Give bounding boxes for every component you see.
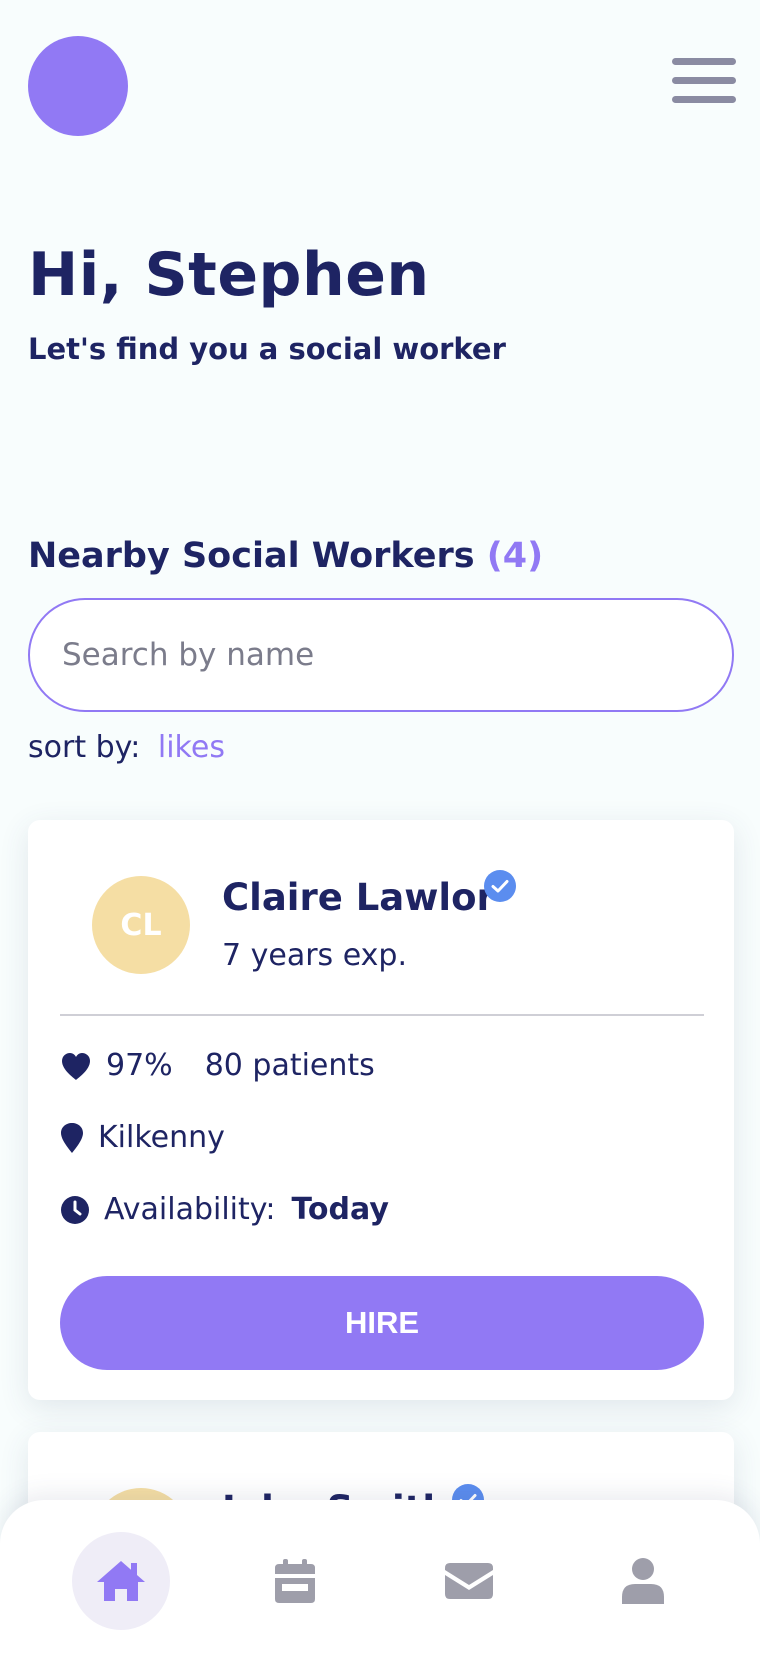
greeting-subtitle: Let's find you a social worker <box>28 332 506 366</box>
patients-count: 80 patients <box>204 1048 375 1083</box>
heart-icon <box>62 1052 90 1080</box>
worker-location: Kilkenny <box>98 1120 225 1155</box>
card-divider <box>60 1014 704 1016</box>
availability-value: Today <box>291 1192 389 1227</box>
nearby-workers-heading: Nearby Social Workers (4) <box>28 536 543 576</box>
hire-button[interactable]: HIRE <box>60 1276 704 1370</box>
worker-avatar: CL <box>92 876 190 974</box>
worker-name: Claire Lawlor <box>222 876 495 919</box>
nav-home[interactable] <box>72 1532 170 1630</box>
clock-icon <box>61 1195 89 1224</box>
section-title-text: Nearby Social Workers <box>28 536 475 576</box>
map-pin-icon <box>61 1122 83 1153</box>
user-avatar[interactable] <box>28 36 128 136</box>
sort-control: sort by: likes <box>28 730 225 765</box>
availability-label: Availability: <box>104 1192 276 1227</box>
hamburger-icon[interactable] <box>672 58 736 112</box>
envelope-icon <box>445 1563 493 1599</box>
bottom-navigation <box>0 1500 760 1660</box>
workers-count: (4) <box>486 536 544 576</box>
rating-percent: 97% <box>106 1048 173 1083</box>
verified-badge-icon <box>484 870 516 902</box>
nav-profile[interactable] <box>594 1532 692 1630</box>
worker-card: CL Claire Lawlor 7 years exp. 97% 80 pat… <box>28 820 734 1400</box>
sort-label: sort by: <box>28 730 141 765</box>
location-row: Kilkenny <box>60 1120 225 1155</box>
nav-messages[interactable] <box>420 1532 518 1630</box>
search-input[interactable] <box>28 598 734 712</box>
calendar-icon <box>275 1559 315 1603</box>
nav-calendar[interactable] <box>246 1532 344 1630</box>
availability-row: Availability: Today <box>60 1192 389 1227</box>
worker-experience: 7 years exp. <box>222 938 407 973</box>
greeting-title: Hi, Stephen <box>28 240 430 310</box>
home-icon <box>97 1561 145 1601</box>
user-icon <box>622 1558 664 1604</box>
app-screen: Hi, Stephen Let's find you a social work… <box>0 0 760 1660</box>
sort-value-link[interactable]: likes <box>158 730 225 765</box>
rating-row: 97% 80 patients <box>60 1048 375 1083</box>
